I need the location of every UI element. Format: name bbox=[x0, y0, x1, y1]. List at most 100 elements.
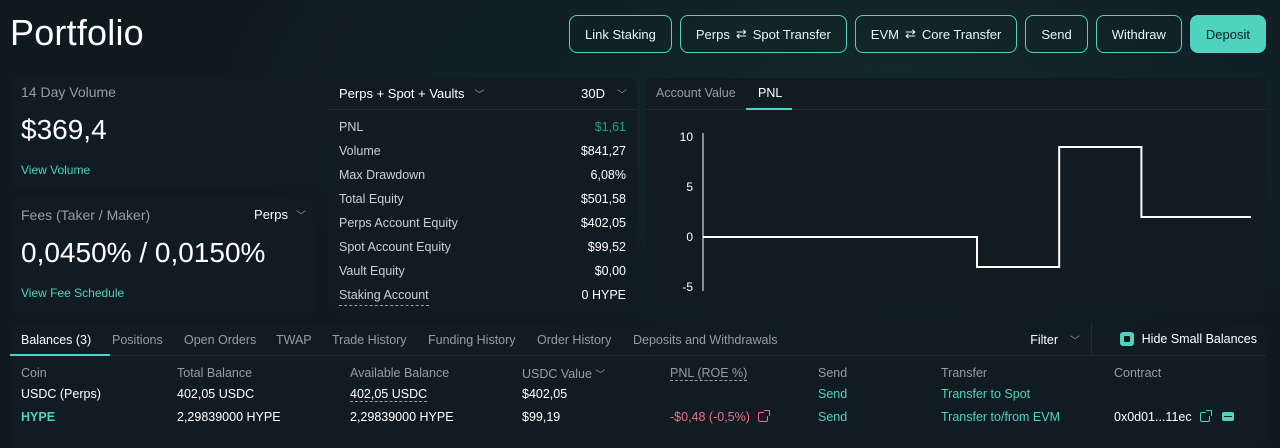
stat-row-max-drawdown: Max Drawdown 6,08% bbox=[339, 168, 626, 186]
withdraw-label: Withdraw bbox=[1111, 26, 1166, 42]
tab-open-orders[interactable]: Open Orders bbox=[184, 333, 256, 347]
hide-small-balances-label: Hide Small Balances bbox=[1141, 332, 1257, 346]
deposit-button[interactable]: Deposit bbox=[1189, 15, 1266, 53]
divider bbox=[1091, 323, 1092, 356]
col-available-balance: Available Balance bbox=[350, 366, 450, 380]
col-usdc-value[interactable]: USDC Value ﹀ bbox=[522, 366, 605, 381]
transfer-evm-link[interactable]: Transfer to/from EVM bbox=[941, 410, 1060, 424]
filter-label: Filter bbox=[1030, 332, 1058, 347]
stat-label: Total Equity bbox=[339, 192, 404, 206]
stat-value: 0 HYPE bbox=[581, 288, 626, 302]
fee-market-value: Perps bbox=[254, 207, 288, 222]
cell-available: 2,29839000 HYPE bbox=[350, 410, 454, 424]
contract-address: 0x0d01...11ec bbox=[1114, 410, 1192, 424]
send-button[interactable]: Send bbox=[1025, 15, 1088, 53]
stat-row-total-equity: Total Equity $501,58 bbox=[339, 192, 626, 210]
perps-label: Perps bbox=[695, 26, 730, 42]
sort-down-icon: ﹀ bbox=[595, 370, 606, 381]
hide-small-balances-toggle[interactable]: Hide Small Balances bbox=[1119, 332, 1257, 346]
period-select[interactable]: 30D ﹀ bbox=[581, 86, 627, 101]
y-tick-label: 0 bbox=[686, 230, 693, 244]
stat-row-pnl: PNL $1,61 bbox=[339, 120, 626, 138]
cell-coin[interactable]: HYPE bbox=[21, 410, 55, 424]
col-pnl[interactable]: PNL (ROE %) bbox=[670, 366, 748, 381]
stat-row-spot-equity: Spot Account Equity $99,52 bbox=[339, 240, 626, 258]
cell-available[interactable]: 402,05 USDC bbox=[350, 387, 428, 402]
link-staking-button[interactable]: Link Staking bbox=[569, 15, 672, 53]
send-link[interactable]: Send bbox=[818, 387, 847, 401]
stat-label: PNL bbox=[339, 120, 364, 134]
deposit-label: Deposit bbox=[1205, 26, 1250, 42]
stats-header: Perps + Spot + Vaults ﹀ 30D ﹀ bbox=[328, 78, 637, 110]
stat-row-staking-account: Staking Account 0 HYPE bbox=[339, 288, 626, 306]
chevron-down-icon: ﹀ bbox=[617, 90, 627, 101]
stat-value: $0,00 bbox=[594, 264, 626, 278]
col-coin: Coin bbox=[21, 366, 47, 380]
cell-contract: 0x0d01...11ec bbox=[1114, 410, 1234, 424]
stat-label: Spot Account Equity bbox=[339, 240, 451, 254]
stat-value: $402,05 bbox=[580, 216, 626, 230]
filter-select[interactable]: Filter ﹀ bbox=[1030, 332, 1080, 348]
stat-label: Max Drawdown bbox=[339, 168, 426, 182]
stat-row-vault-equity: Vault Equity $0,00 bbox=[339, 264, 626, 282]
chevron-down-icon: ﹀ bbox=[474, 90, 485, 101]
tab-funding-history[interactable]: Funding History bbox=[428, 333, 516, 347]
withdraw-button[interactable]: Withdraw bbox=[1095, 15, 1182, 53]
cell-total: 2,29839000 HYPE bbox=[177, 410, 281, 424]
stat-value: $1,61 bbox=[594, 120, 626, 134]
stat-value: $501,58 bbox=[580, 192, 626, 206]
action-buttons: Link Staking Perps ⇄ Spot Transfer EVM ⇄… bbox=[569, 15, 1266, 53]
chart-card: Account Value PNL 10 5 0 -5 bbox=[646, 78, 1266, 313]
tab-pnl[interactable]: PNL bbox=[758, 86, 782, 100]
col-send: Send bbox=[818, 366, 848, 380]
send-link[interactable]: Send bbox=[818, 410, 847, 424]
scope-select[interactable]: Perps + Spot + Vaults ﹀ bbox=[339, 86, 485, 101]
pnl-chart: 10 5 0 -5 bbox=[680, 130, 1251, 294]
cell-usdc-value: $99,19 bbox=[522, 410, 561, 424]
share-icon[interactable] bbox=[758, 410, 771, 422]
stat-value: $841,27 bbox=[580, 144, 626, 158]
perps-spot-transfer-button[interactable]: Perps ⇄ Spot Transfer bbox=[679, 15, 847, 53]
tab-trade-history[interactable]: Trade History bbox=[332, 333, 407, 347]
fee-market-select[interactable]: Perps ﹀ bbox=[254, 207, 306, 222]
tab-positions[interactable]: Positions bbox=[112, 333, 163, 347]
col-transfer: Transfer bbox=[941, 366, 988, 380]
stat-label[interactable]: Staking Account bbox=[339, 288, 429, 306]
cell-pnl[interactable]: -$0,48 (-0,5%) bbox=[670, 410, 771, 424]
volume-value: $369,4 bbox=[21, 114, 107, 145]
external-link-icon[interactable] bbox=[1200, 410, 1213, 422]
transfer-to-spot-link[interactable]: Transfer to Spot bbox=[941, 387, 1030, 401]
swap-arrows-icon: ⇄ bbox=[904, 26, 916, 41]
stat-label: Perps Account Equity bbox=[339, 216, 458, 230]
cell-coin: USDC (Perps) bbox=[21, 387, 101, 401]
wallet-icon[interactable] bbox=[1221, 412, 1234, 421]
stat-label: Volume bbox=[339, 144, 381, 158]
y-tick-label: 10 bbox=[680, 130, 694, 144]
period-value: 30D bbox=[581, 86, 605, 101]
fees-value: 0,0450% / 0,0150% bbox=[21, 237, 266, 268]
checkbox-icon[interactable] bbox=[1119, 332, 1134, 346]
tab-balances[interactable]: Balances (3) bbox=[21, 333, 91, 347]
spot-transfer-label: Spot Transfer bbox=[752, 26, 831, 42]
fees-card: Fees (Taker / Maker) Perps ﹀ 0,0450% / 0… bbox=[10, 197, 318, 313]
stat-row-perps-equity: Perps Account Equity $402,05 bbox=[339, 216, 626, 234]
view-fee-schedule-link[interactable]: View Fee Schedule bbox=[21, 286, 124, 300]
evm-core-transfer-button[interactable]: EVM ⇄ Core Transfer bbox=[854, 15, 1018, 53]
cell-total: 402,05 USDC bbox=[177, 387, 255, 401]
col-contract: Contract bbox=[1114, 366, 1162, 380]
tab-deposits-withdrawals[interactable]: Deposits and Withdrawals bbox=[633, 333, 778, 347]
tabs-row: Balances (3) Positions Open Orders TWAP … bbox=[10, 323, 1266, 356]
col-total-balance: Total Balance bbox=[177, 366, 253, 380]
tab-account-value[interactable]: Account Value bbox=[656, 86, 736, 100]
stats-card: Perps + Spot + Vaults ﹀ 30D ﹀ PNL $1,61 … bbox=[328, 78, 637, 313]
stat-value: 6,08% bbox=[590, 168, 626, 182]
tab-twap[interactable]: TWAP bbox=[276, 333, 312, 347]
scope-value: Perps + Spot + Vaults bbox=[339, 86, 465, 101]
y-tick-label: -5 bbox=[682, 280, 693, 294]
evm-label: EVM bbox=[870, 26, 899, 42]
core-transfer-label: Core Transfer bbox=[921, 26, 1002, 42]
tab-order-history[interactable]: Order History bbox=[537, 333, 611, 347]
volume-card: 14 Day Volume $369,4 View Volume bbox=[10, 74, 318, 190]
view-volume-link[interactable]: View Volume bbox=[21, 163, 90, 177]
fees-label: Fees (Taker / Maker) bbox=[21, 207, 151, 223]
